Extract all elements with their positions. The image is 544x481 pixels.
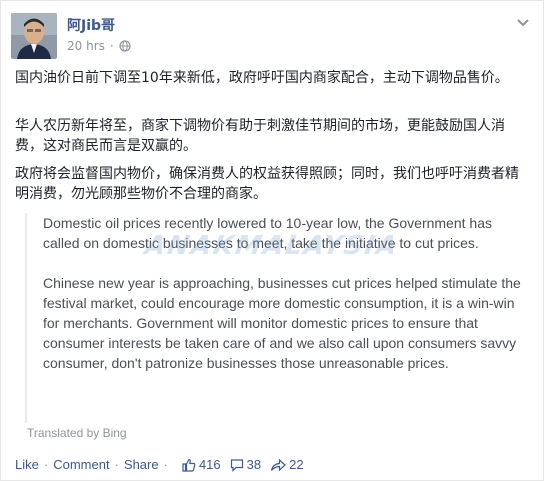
post-text-paragraph-2: 华人农历新年将至，商家下调物价有助于刺激佳节期间的市场，更能鼓励国人消费，这对商… <box>15 118 505 154</box>
share-button[interactable]: Share <box>124 457 159 472</box>
post-meta: 20 hrs · <box>67 39 131 53</box>
likes-count-link[interactable]: 416 <box>182 457 221 472</box>
action-bar: Like · Comment · Share · 416 38 22 <box>15 457 304 472</box>
thumbs-up-icon <box>182 458 196 472</box>
post-timestamp[interactable]: 20 hrs <box>67 39 105 53</box>
share-arrow-icon <box>271 458 287 471</box>
shares-count-link[interactable]: 22 <box>270 457 304 472</box>
chevron-down-icon[interactable] <box>517 19 529 27</box>
post-text-paragraph-1: 国内油价日前下调至10年来新低，政府呼吁国内商家配合，主动下调物品售价。 <box>15 70 509 86</box>
meta-separator: · <box>109 39 114 53</box>
action-separator: · <box>163 457 168 472</box>
globe-icon[interactable] <box>119 40 131 52</box>
action-separator: · <box>114 457 119 472</box>
likes-count: 416 <box>198 457 221 472</box>
action-separator: · <box>43 457 49 472</box>
avatar[interactable] <box>11 13 57 59</box>
post-text-paragraph-3: 政府将会监督国内物价，确保消费人的权益获得照顾；同时，我们也呼吁消费者精明消费，… <box>15 166 519 202</box>
like-button[interactable]: Like <box>15 457 39 472</box>
author-name[interactable]: 阿Jib哥 <box>67 15 115 35</box>
translation-block: Domestic oil prices recently lowered to … <box>25 213 525 423</box>
comment-button[interactable]: Comment <box>53 457 109 472</box>
translated-by-label[interactable]: Translated by Bing <box>27 426 127 440</box>
translation-paragraph-2: Chinese new year is approaching, busines… <box>43 275 521 371</box>
avatar-portrait-icon <box>11 13 57 59</box>
translation-paragraph-1: Domestic oil prices recently lowered to … <box>43 215 492 251</box>
comments-count-link[interactable]: 38 <box>230 457 261 472</box>
comments-count: 38 <box>246 457 262 472</box>
shares-count: 22 <box>289 457 304 472</box>
facebook-post: 阿Jib哥 20 hrs · 国内油价日前下调至10年来新低，政府呼吁国内商家配… <box>0 0 544 481</box>
speech-bubble-icon <box>230 458 243 472</box>
